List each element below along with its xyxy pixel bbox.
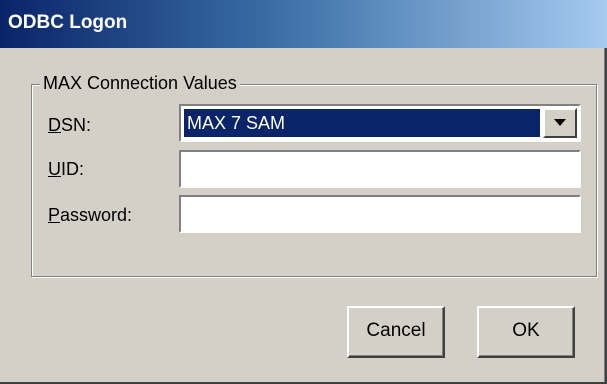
group-legend: MAX Connection Values bbox=[40, 72, 240, 94]
dsn-label: DSN: bbox=[48, 114, 91, 136]
dsn-label-mnemonic: D bbox=[48, 115, 61, 135]
password-label-rest: assword: bbox=[60, 205, 133, 225]
uid-label-mnemonic: U bbox=[48, 159, 61, 179]
window-title: ODBC Logon bbox=[8, 12, 128, 33]
cancel-button[interactable]: Cancel bbox=[347, 306, 445, 358]
dsn-select[interactable]: MAX 7 SAM bbox=[179, 104, 581, 142]
uid-input[interactable] bbox=[179, 150, 581, 188]
dsn-selected-value[interactable]: MAX 7 SAM bbox=[184, 109, 540, 137]
uid-label: UID: bbox=[48, 158, 84, 180]
dsn-label-rest: SN: bbox=[61, 115, 92, 135]
password-input[interactable] bbox=[179, 195, 581, 233]
dsn-dropdown-button[interactable] bbox=[543, 108, 577, 138]
password-label: Password: bbox=[48, 204, 132, 226]
chevron-down-icon bbox=[554, 119, 566, 126]
uid-label-rest: ID: bbox=[61, 159, 85, 179]
password-label-mnemonic: P bbox=[48, 205, 61, 225]
title-bar[interactable]: ODBC Logon bbox=[0, 0, 607, 48]
odbc-logon-dialog: ODBC Logon MAX Connection Values DSN: MA… bbox=[0, 0, 607, 384]
ok-button[interactable]: OK bbox=[477, 306, 575, 358]
